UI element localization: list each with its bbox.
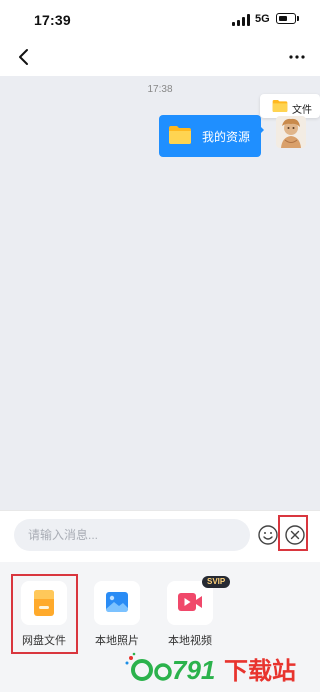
svip-badge: SVIP <box>202 576 231 588</box>
emoji-icon[interactable] <box>257 524 279 546</box>
video-icon <box>178 593 202 611</box>
more-icon[interactable] <box>286 46 308 68</box>
nav-bar <box>0 40 320 76</box>
svg-text:791: 791 <box>172 655 215 685</box>
watermark-logo: 791 下载站 <box>122 650 312 686</box>
photo-icon <box>106 592 128 612</box>
file-tooltip-label: 文件 <box>292 105 312 116</box>
signal-icon <box>232 14 250 26</box>
tray-label-local-photos: 本地照片 <box>95 635 139 647</box>
tray-label-local-videos: 本地视频 <box>168 635 212 647</box>
bubble-tail <box>258 124 264 136</box>
battery-icon <box>276 13 296 24</box>
network-type: 5G <box>255 13 270 25</box>
highlight-box-close <box>278 515 308 551</box>
message-input[interactable] <box>14 519 250 551</box>
svg-text:下载站: 下载站 <box>224 657 296 685</box>
battery-tip <box>297 16 299 21</box>
highlight-box-cloud-file <box>11 574 78 654</box>
file-message-label: 我的资源 <box>202 130 251 144</box>
status-time: 17:39 <box>34 12 71 28</box>
back-icon[interactable] <box>14 46 34 68</box>
avatar[interactable] <box>276 116 306 148</box>
folder-icon <box>169 126 191 144</box>
folder-icon <box>272 100 288 112</box>
